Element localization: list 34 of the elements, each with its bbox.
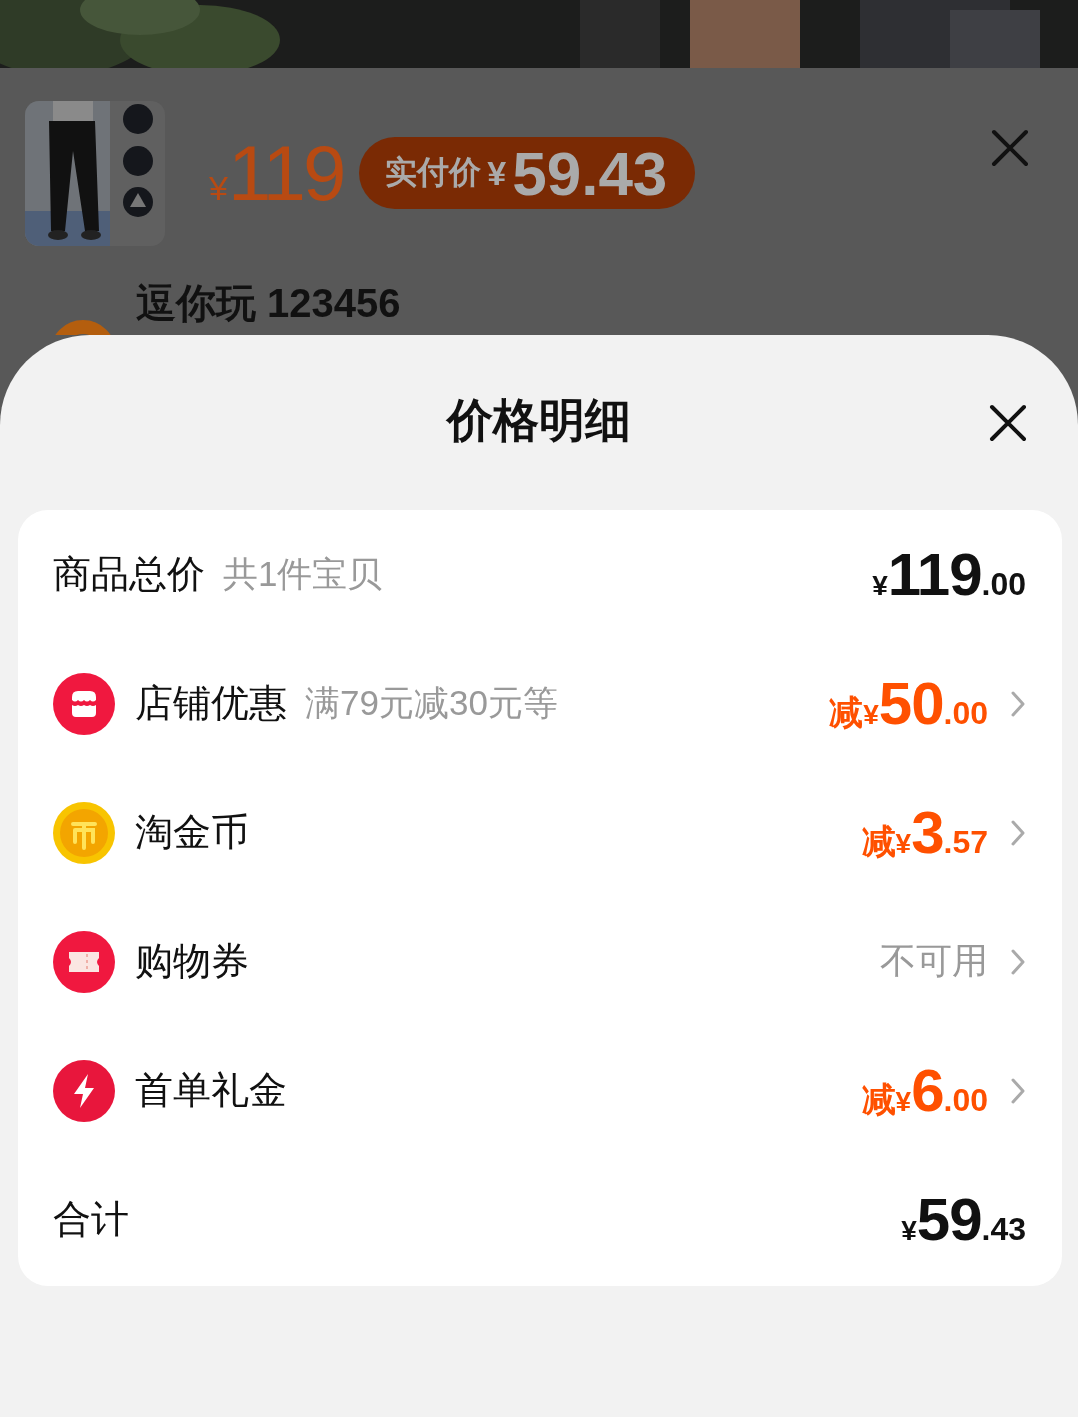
chevron-right-icon xyxy=(1010,947,1026,976)
currency-symbol: ¥ xyxy=(209,168,228,208)
ticket-icon xyxy=(53,930,115,993)
sheet-title: 价格明细 xyxy=(447,392,631,448)
status-text: 不可用 xyxy=(880,939,988,983)
row-label: 店铺优惠 xyxy=(135,681,287,726)
row-label: 合计 xyxy=(53,1197,129,1242)
row-label: 商品总价 xyxy=(53,552,205,597)
price-row[interactable]: 首单礼金 减¥6.00 xyxy=(53,1026,1026,1155)
shop-name: 逗你玩 123456 xyxy=(136,280,401,327)
close-icon[interactable] xyxy=(988,403,1028,443)
product-price: 119 xyxy=(227,127,344,219)
price-amount: ¥119.00 xyxy=(872,540,1026,609)
lightning-icon xyxy=(53,1059,115,1122)
chevron-right-icon xyxy=(1010,1076,1026,1105)
row-label: 淘金币 xyxy=(135,810,249,855)
chevron-right-icon xyxy=(1010,818,1026,847)
price-row[interactable]: 购物券 不可用 xyxy=(53,897,1026,1026)
price-amount: ¥59.43 xyxy=(901,1185,1026,1254)
shop-icon xyxy=(53,672,115,735)
actual-price-label: 实付价 xyxy=(385,153,482,192)
row-note: 共1件宝贝 xyxy=(223,553,383,595)
discount-amount: 减¥6.00 xyxy=(861,1056,988,1125)
chevron-right-icon xyxy=(1010,689,1026,718)
discount-amount: 减¥3.57 xyxy=(861,798,988,867)
row-label: 购物券 xyxy=(135,939,249,984)
row-note: 满79元减30元等 xyxy=(305,682,558,724)
price-row[interactable]: 店铺优惠 满79元减30元等 减¥50.00 xyxy=(53,639,1026,768)
coin-icon xyxy=(53,801,115,864)
row-label: 首单礼金 xyxy=(135,1068,287,1113)
discount-amount: 减¥50.00 xyxy=(829,669,988,738)
price-row[interactable]: 淘金币 减¥3.57 xyxy=(53,768,1026,897)
actual-price: 59.43 xyxy=(512,137,668,209)
currency-symbol: ¥ xyxy=(487,153,507,193)
